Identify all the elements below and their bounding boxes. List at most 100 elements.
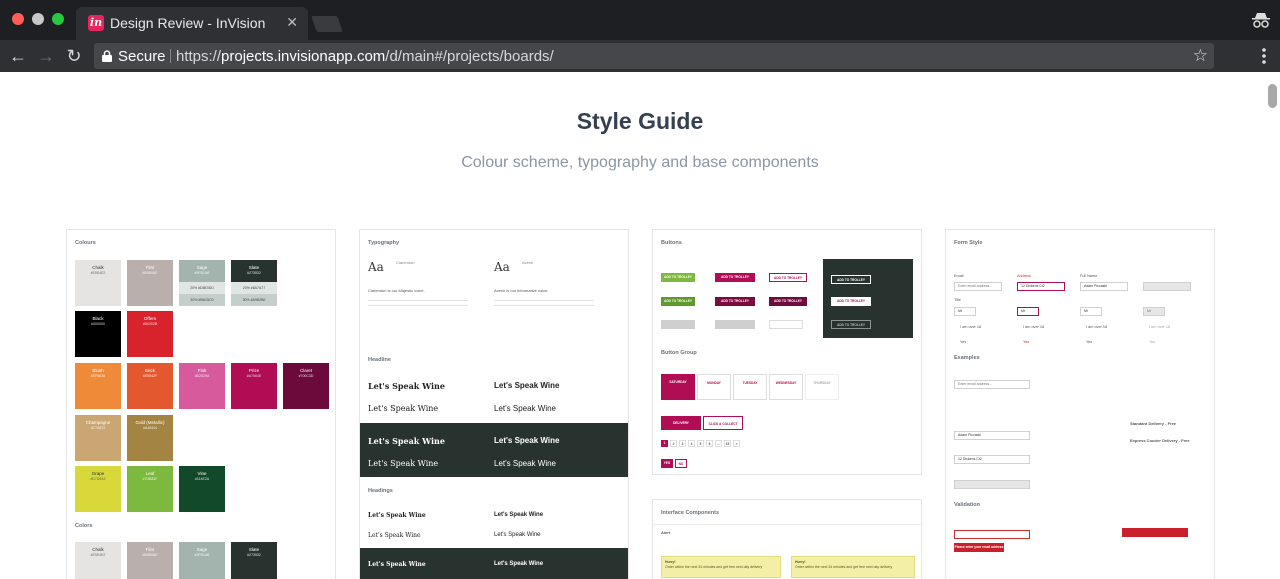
- star-icon[interactable]: ☆: [1193, 46, 1208, 66]
- yes-radio-disabled: Yes: [1149, 340, 1156, 344]
- swatch-sage: Sage #9FB1AB: [179, 542, 225, 579]
- font-a-body-text: [368, 296, 468, 310]
- swatch-black: Black #000000: [75, 311, 121, 357]
- email-error-message: Please enter your email address: [954, 543, 1004, 552]
- pager-button[interactable]: ...: [715, 440, 722, 447]
- yes-radio-checked[interactable]: Yes: [1086, 340, 1092, 344]
- new-tab-button[interactable]: [311, 16, 343, 32]
- over18-checkbox-error[interactable]: I am over 18: [1023, 325, 1044, 329]
- disabled-field: [1143, 282, 1191, 291]
- day-button-wednesday[interactable]: WEDNESDAY: [769, 374, 803, 400]
- add-to-trolley-claret-button[interactable]: ADD TO TROLLEY: [769, 297, 807, 306]
- wine-dark-4: Let's Speak Wine: [494, 459, 557, 468]
- form-style-heading: Form Style: [954, 240, 983, 246]
- reload-icon[interactable]: ↻: [62, 44, 86, 68]
- pager-button[interactable]: 2: [670, 440, 677, 447]
- standard-delivery-option[interactable]: Standard Delivery - Free: [1130, 421, 1176, 427]
- title-select-disabled: Mr: [1143, 307, 1165, 316]
- swatch-hex: #D7D63A: [90, 477, 106, 481]
- yes-toggle-button[interactable]: YES: [661, 459, 673, 468]
- divider: [653, 524, 921, 525]
- email-field[interactable]: Enter email address...: [954, 282, 1002, 291]
- swatch-hex: #9FB1AB: [194, 553, 210, 557]
- day-button-monday[interactable]: MONDAY: [697, 374, 731, 400]
- swatch-hex: #E5E4E2: [90, 553, 106, 557]
- pager-button[interactable]: 15: [724, 440, 731, 447]
- example-email-field[interactable]: Enter email address...: [954, 380, 1030, 389]
- swatch-hex: #D2529A: [194, 374, 210, 378]
- url-text[interactable]: https://projects.invisionapp.com/d/main#…: [176, 48, 554, 65]
- add-to-trolley-outline-button[interactable]: ADD TO TROLLEY: [769, 273, 807, 282]
- buttons-board[interactable]: Buttons ADD TO TROLLEY ADD TO TROLLEY AD…: [652, 229, 922, 475]
- add-to-trolley-green-button[interactable]: ADD TO TROLLEY: [661, 273, 695, 282]
- add-to-trolley-dark-white-button[interactable]: ADD TO TROLLEY: [831, 297, 871, 306]
- address-field[interactable]: 12 Dickens Ct2: [1017, 282, 1065, 291]
- maximize-window-button[interactable]: [52, 13, 64, 25]
- swatch-name: Grape: [91, 471, 105, 476]
- add-to-trolley-pink-button[interactable]: ADD TO TROLLEY: [715, 273, 755, 282]
- alert-title-1: Hurry!: [665, 560, 676, 564]
- day-button-saturday[interactable]: SATURDAY: [661, 374, 695, 400]
- validation-email-field[interactable]: [954, 530, 1030, 539]
- pager-button[interactable]: 3: [679, 440, 686, 447]
- browser-tab[interactable]: in Design Review - InVision ✕: [76, 7, 308, 40]
- colours-board[interactable]: Colours Chalk #E5E4E2 Flint #B9B0AE Sage #9FB…: [66, 229, 336, 579]
- alert-box-1: Hurry! Order within the next 34 minutes a…: [661, 556, 781, 578]
- form-style-board[interactable]: Form Style Email Enter email address... …: [945, 229, 1215, 579]
- scrollbar-thumb[interactable]: [1268, 84, 1277, 108]
- pager-button[interactable]: 5: [697, 440, 704, 447]
- font-b-body-text: [494, 296, 594, 310]
- address-bar[interactable]: Secure https://projects.invisionapp.com/…: [94, 43, 1214, 69]
- swatch-chalk: Chalk #E5E4E2: [75, 260, 121, 306]
- back-icon[interactable]: ←: [6, 44, 30, 68]
- pager-button[interactable]: 6: [706, 440, 713, 447]
- example-name-field[interactable]: Adam Piccaski: [954, 431, 1030, 440]
- wine-dark-1: Let's Speak Wine: [368, 436, 445, 446]
- add-to-trolley-pink-hover-button[interactable]: ADD TO TROLLEY: [715, 297, 755, 306]
- over18-checkbox-checked[interactable]: I am over 18: [1086, 325, 1107, 329]
- swatch-hex: #700C3D: [298, 374, 314, 378]
- click-collect-button[interactable]: CLICK & COLLECT: [703, 416, 743, 430]
- swatch-flint: Flint #B9B0AE: [127, 260, 173, 306]
- button-group-heading: Button Group: [661, 350, 697, 356]
- title-select-active[interactable]: Mr: [1080, 307, 1102, 316]
- over18-checkbox[interactable]: I am over 18: [960, 325, 981, 329]
- day-button-tuesday[interactable]: TUESDAY: [733, 374, 767, 400]
- pager-button[interactable]: 1: [661, 440, 668, 447]
- yes-radio[interactable]: Yes: [960, 340, 966, 344]
- disabled-button-3: [769, 320, 803, 329]
- yes-radio-error[interactable]: Yes: [1023, 340, 1029, 344]
- pager-button[interactable]: >: [733, 440, 740, 447]
- close-window-button[interactable]: [12, 13, 24, 25]
- day-button-thursday[interactable]: THURSDAY: [805, 374, 839, 400]
- minimize-window-button[interactable]: [32, 13, 44, 25]
- express-delivery-option[interactable]: Express Courier Delivery - Free: [1130, 438, 1190, 444]
- example-address-field[interactable]: 12 Dickens Ct2: [954, 455, 1030, 464]
- forward-icon[interactable]: →: [34, 44, 58, 68]
- no-toggle-button[interactable]: NO: [675, 459, 687, 468]
- add-to-trolley-dark-disabled-button[interactable]: ADD TO TROLLEY: [831, 320, 871, 329]
- dark-typography-band: [360, 423, 628, 477]
- title-select[interactable]: Mr: [954, 307, 976, 316]
- interface-components-board[interactable]: Interface Components Alert Hurry! Order w…: [652, 499, 922, 579]
- swatch-name: Flint: [145, 265, 155, 270]
- tab-close-icon[interactable]: ✕: [286, 14, 298, 31]
- title-select-error[interactable]: Mr: [1017, 307, 1039, 316]
- wine-dark-3: Let's Speak Wine: [368, 459, 439, 468]
- swatch-claret: Claret #700C3D: [283, 363, 329, 409]
- pager-button[interactable]: 4: [688, 440, 695, 447]
- typography-board[interactable]: Typography Aa Clarendon Aa Avenir Claren…: [359, 229, 629, 579]
- fullname-field[interactable]: Adam Piccaski: [1080, 282, 1128, 291]
- swatch-name: Sage: [196, 547, 208, 552]
- validation-heading: Validation: [954, 502, 980, 508]
- page-subtitle: Colour scheme, typography and base compo…: [461, 154, 819, 171]
- swatch-prize: Prize #A7064E: [231, 363, 277, 409]
- add-to-trolley-dark-outline-button[interactable]: ADD TO TROLLEY: [831, 275, 871, 284]
- swatch-pink: Pink #D2529A: [179, 363, 225, 409]
- menu-icon[interactable]: [1262, 46, 1266, 66]
- delivery-button[interactable]: DELIVERY: [661, 416, 701, 430]
- swatch-name: Chalk: [92, 547, 104, 552]
- swatch-name: Vine: [197, 471, 207, 476]
- add-to-trolley-green-hover-button[interactable]: ADD TO TROLLEY: [661, 297, 695, 306]
- font-b-name: Avenir: [522, 260, 534, 265]
